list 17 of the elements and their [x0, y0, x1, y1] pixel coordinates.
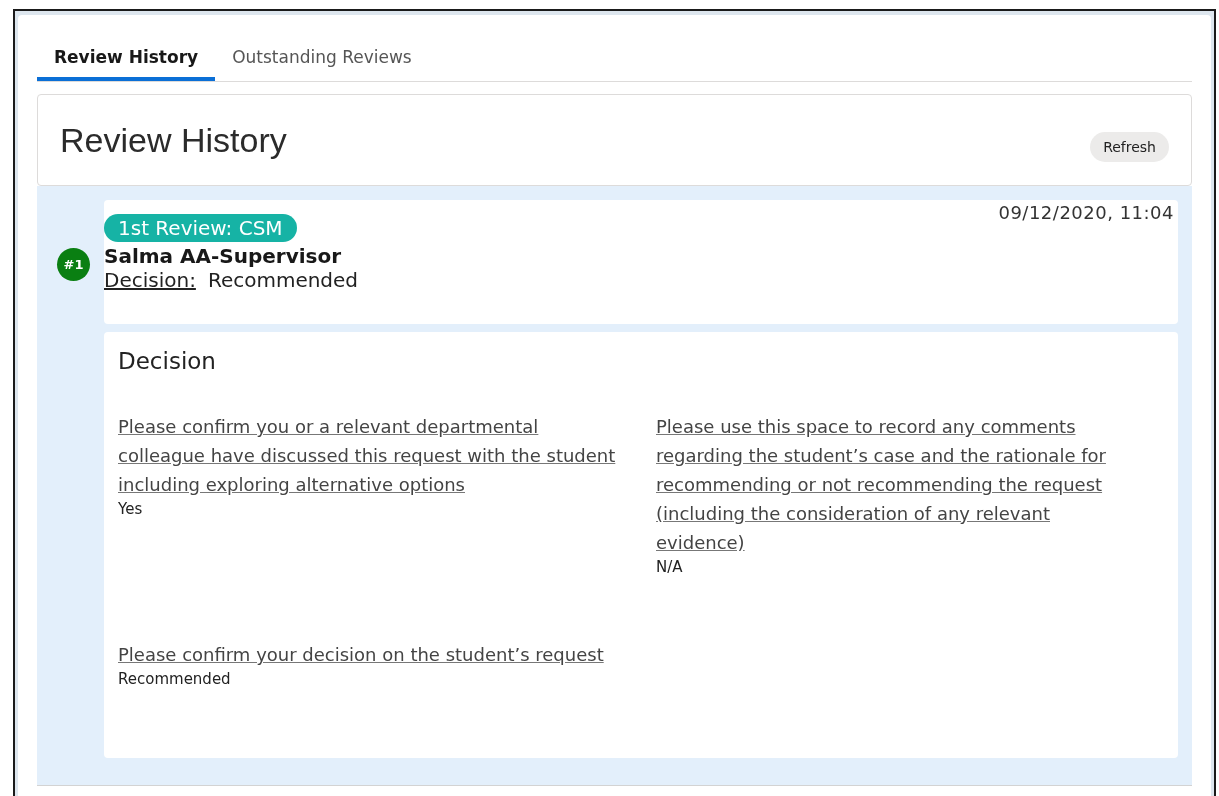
field-value: Recommended	[118, 669, 231, 689]
field-value: N/A	[656, 557, 683, 577]
page-title: Review History	[60, 120, 287, 160]
number-badge: #1	[57, 248, 90, 281]
field-label: Please use this space to record any comments regarding the student’s case and the rationale for recommending or not recommending the request (including the consideration of any relevant evidence)	[656, 415, 1107, 555]
tab[interactable]: Review History	[37, 37, 216, 81]
decision-label: Decision:	[104, 268, 196, 292]
field-value: Yes	[118, 499, 143, 519]
decision-value: Recommended	[207, 268, 359, 292]
section-title: Decision	[118, 348, 217, 374]
timestamp: 09/12/2020, 11:04	[998, 202, 1174, 223]
stage-badge: 1st Review: CSM	[104, 214, 297, 242]
field-label: Please confirm your decision on the student’s request	[118, 643, 604, 667]
refresh-button[interactable]: Refresh	[1090, 132, 1169, 162]
reviewer-name: Salma AA-Supervisor	[104, 244, 343, 268]
field-label: Please confirm you or a relevant departmental colleague have discussed this request with the student including exploring alternative options	[118, 415, 616, 497]
tab[interactable]: Outstanding Reviews	[215, 37, 429, 81]
